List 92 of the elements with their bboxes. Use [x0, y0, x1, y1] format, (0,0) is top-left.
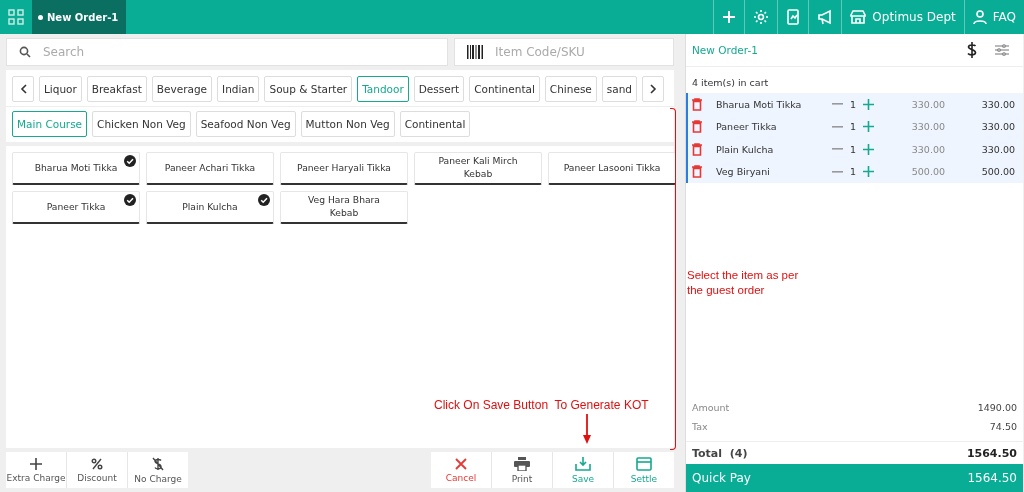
- category-tab[interactable]: Soup & Starter: [264, 76, 353, 102]
- tax-value: 74.50: [989, 421, 1017, 432]
- currency-icon[interactable]: [967, 42, 977, 58]
- amount-value: 1490.00: [977, 402, 1017, 413]
- menu-item-card[interactable]: Paneer Tikka: [12, 191, 140, 224]
- delete-icon[interactable]: [692, 142, 702, 156]
- cart-item-name: Paneer Tikka: [716, 121, 778, 133]
- increase-button[interactable]: [863, 166, 875, 178]
- menu-item-card[interactable]: Paneer Haryali Tikka: [280, 152, 408, 185]
- action-button[interactable]: Discount: [67, 452, 127, 488]
- subcategory-tab[interactable]: Mutton Non Veg: [300, 111, 395, 137]
- category-tab[interactable]: sand: [601, 76, 638, 102]
- cart-item-name: Plain Kulcha: [716, 143, 775, 155]
- device-icon[interactable]: [786, 9, 801, 25]
- quantity: 1: [850, 121, 857, 133]
- delete-icon[interactable]: [692, 97, 702, 111]
- increase-button[interactable]: [863, 98, 875, 110]
- category-tab[interactable]: Dessert: [413, 76, 465, 102]
- search-bar[interactable]: Search: [6, 38, 448, 66]
- decrease-button[interactable]: [832, 170, 843, 173]
- action-button[interactable]: Extra Charge: [6, 452, 66, 488]
- increase-button[interactable]: [863, 121, 875, 133]
- order-title: New Order-1: [692, 44, 758, 56]
- user-icon: [972, 10, 987, 24]
- unit-price: 330.00: [910, 98, 945, 110]
- category-tab[interactable]: Chinese: [544, 76, 597, 102]
- chevron-left-icon: [19, 84, 27, 94]
- download-icon: [575, 456, 591, 471]
- line-total: 330.00: [980, 98, 1015, 110]
- megaphone-icon[interactable]: [817, 9, 834, 25]
- total-label: Total (4): [692, 446, 748, 460]
- sliders-icon[interactable]: [995, 44, 1009, 56]
- decrease-button[interactable]: [832, 148, 843, 151]
- line-total: 330.00: [980, 143, 1015, 155]
- cart-count: 4 item(s) in cart: [691, 76, 770, 90]
- chevron-right-icon: [649, 84, 657, 94]
- line-total: 500.00: [980, 166, 1015, 178]
- decrease-button[interactable]: [832, 125, 843, 128]
- annotation-text: Select the item as per the guest order: [687, 268, 800, 298]
- total-value: 1564.50: [966, 446, 1017, 460]
- sku-field[interactable]: Item Code/SKU: [493, 44, 673, 60]
- settings-icon[interactable]: [753, 9, 770, 25]
- menu-item-card[interactable]: Paneer Achari Tikka: [146, 152, 274, 185]
- line-total: 330.00: [980, 121, 1015, 133]
- no-dollar-icon: [152, 456, 164, 471]
- amount-label: Amount: [692, 402, 730, 413]
- decrease-button[interactable]: [832, 103, 843, 106]
- category-tab[interactable]: Continental: [469, 76, 540, 102]
- plus-icon: [30, 457, 42, 470]
- action-button[interactable]: No Charge: [128, 452, 188, 488]
- cart-item-name: Bharua Moti Tikka: [716, 98, 803, 110]
- category-tab[interactable]: Breakfast: [86, 76, 147, 102]
- unit-price: 330.00: [910, 143, 945, 155]
- subcategory-tab[interactable]: Continental: [399, 111, 471, 137]
- unit-price: 500.00: [910, 166, 945, 178]
- menu-item-card[interactable]: Paneer Kali Mirch Kebab: [414, 152, 542, 185]
- percent-icon: [91, 457, 103, 470]
- menu-item-card[interactable]: Plain Kulcha: [146, 191, 274, 224]
- category-tab[interactable]: Indian: [217, 76, 260, 102]
- quantity: 1: [850, 166, 857, 178]
- scroll-right-button[interactable]: [642, 76, 665, 102]
- add-icon[interactable]: [722, 10, 737, 24]
- subcategory-tab[interactable]: Chicken Non Veg: [92, 111, 191, 137]
- action-button[interactable]: Cancel: [431, 452, 491, 488]
- apps-grid-icon[interactable]: [8, 9, 24, 25]
- action-button[interactable]: Print: [492, 452, 552, 488]
- menu-item-card[interactable]: Veg Hara Bhara Kebab: [280, 191, 408, 224]
- delete-icon[interactable]: [692, 165, 702, 179]
- quantity: 1: [850, 98, 857, 110]
- delete-icon[interactable]: [692, 120, 702, 134]
- menu-item-card[interactable]: Bharua Moti Tikka: [12, 152, 140, 185]
- annotation-arrow: [583, 414, 591, 444]
- barcode-icon: [467, 45, 483, 59]
- printer-icon: [514, 456, 530, 471]
- search-field[interactable]: Search: [41, 44, 447, 60]
- card-icon: [636, 456, 652, 471]
- subcategory-tab[interactable]: Seafood Non Veg: [195, 111, 296, 137]
- cancel-icon: [455, 457, 467, 470]
- quantity: 1: [850, 143, 857, 155]
- menu-item-card[interactable]: Paneer Lasooni Tikka: [548, 152, 676, 185]
- cart-item-name: Veg Biryani: [716, 166, 771, 178]
- increase-button[interactable]: [863, 143, 875, 155]
- search-icon: [19, 46, 31, 58]
- order-tab[interactable]: New Order-1: [32, 0, 127, 34]
- sku-bar[interactable]: Item Code/SKU: [454, 38, 674, 66]
- unit-price: 330.00: [910, 121, 945, 133]
- category-tab[interactable]: Beverage: [151, 76, 213, 102]
- store-icon: [850, 10, 867, 24]
- tax-label: Tax: [692, 421, 708, 432]
- annotation-text: Click On Save Button To Generate KOT: [434, 398, 649, 412]
- scroll-left-button[interactable]: [12, 76, 34, 102]
- category-tab[interactable]: Liquor: [39, 76, 82, 102]
